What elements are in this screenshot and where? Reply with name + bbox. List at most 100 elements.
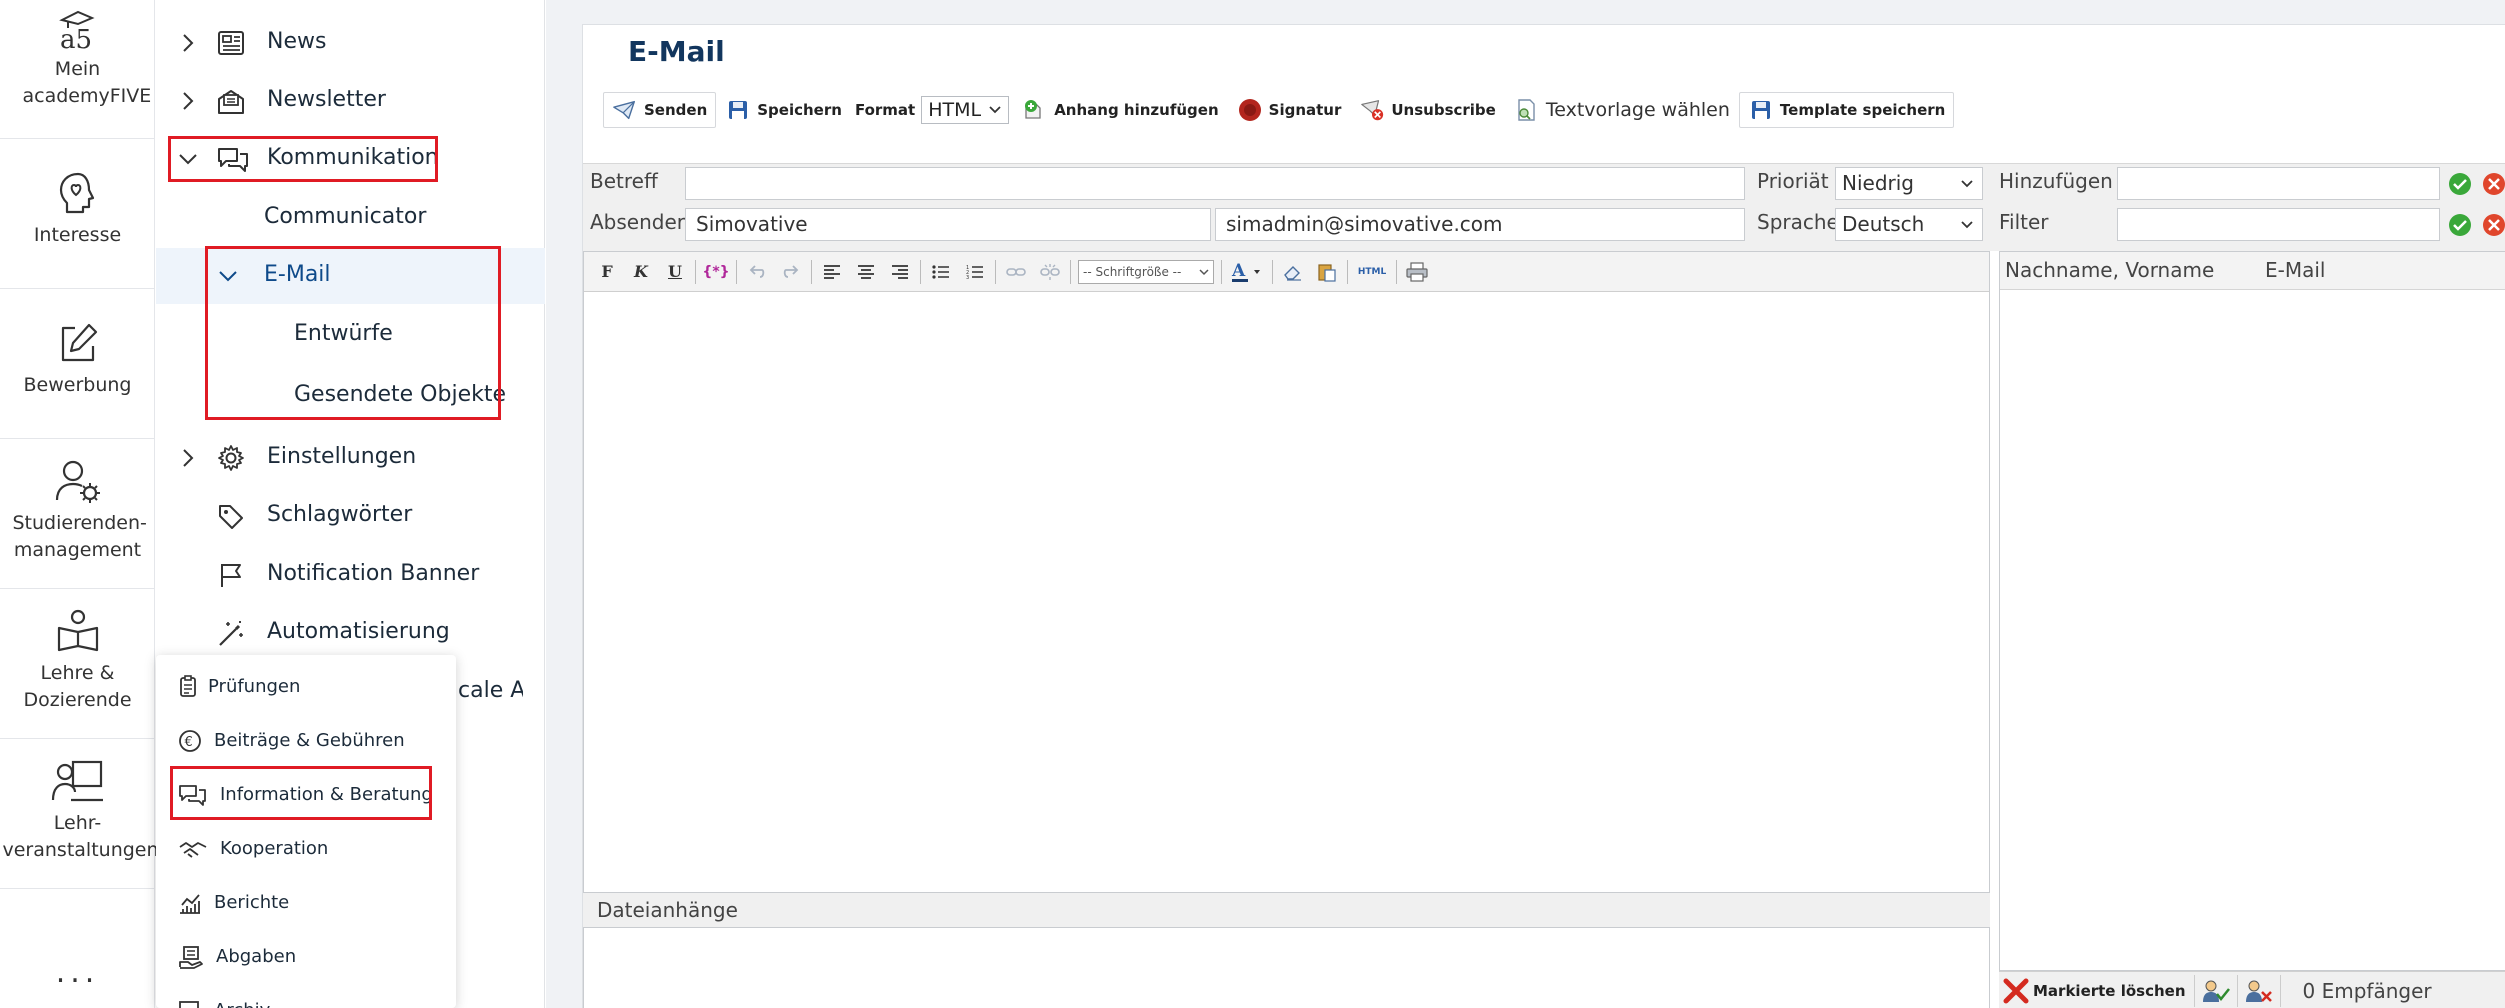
font-color-button[interactable]: A: [1225, 257, 1269, 287]
rail-item-lehrveranstaltungen[interactable]: Lehr-veranstaltungen: [0, 758, 159, 864]
add-recipient-input[interactable]: [2117, 167, 2440, 200]
html-source-button[interactable]: HTML: [1351, 257, 1393, 287]
popup-item-beitraege[interactable]: € Beiträge & Gebühren: [156, 714, 456, 768]
priority-select[interactable]: Niedrig: [1835, 167, 1983, 200]
nav-item-notification-banner[interactable]: Notification Banner: [156, 547, 545, 603]
bold-button[interactable]: F: [590, 257, 624, 287]
eraser-button[interactable]: [1276, 257, 1310, 287]
font-size-select[interactable]: -- Schriftgröße --: [1078, 259, 1214, 284]
rail-item-mein-academyfive[interactable]: a5 Mein academyFIVE: [0, 8, 155, 110]
placeholder-button[interactable]: {*}: [699, 257, 733, 287]
send-button[interactable]: Senden: [603, 92, 717, 128]
eraser-icon: [1284, 265, 1301, 281]
bullet-list-button[interactable]: [924, 257, 958, 287]
unsubscribe-label: Unsubscribe: [1391, 101, 1496, 119]
column-name-header[interactable]: Nachname, Vorname: [2005, 258, 2214, 282]
magic-wand-icon: [219, 621, 243, 646]
delete-marked-label: Markierte löschen: [2033, 981, 2186, 1000]
save-template-button[interactable]: Template speichern: [1738, 92, 1955, 128]
clipboard-icon: [180, 675, 196, 697]
link-icon: [1006, 267, 1026, 276]
popup-item-pruefungen[interactable]: Prüfungen: [156, 660, 456, 714]
nav-label: Kommunikation: [267, 145, 439, 170]
numbered-list-button[interactable]: 123: [958, 257, 992, 287]
signature-button[interactable]: Signatur: [1228, 92, 1351, 128]
deselect-all-button[interactable]: [2238, 974, 2281, 1007]
align-center-icon: [858, 264, 874, 279]
nav-item-einstellungen[interactable]: Einstellungen: [156, 430, 545, 486]
popup-item-kooperation[interactable]: Kooperation: [156, 822, 456, 876]
align-left-icon: [824, 264, 840, 279]
unsubscribe-button[interactable]: Unsubscribe: [1350, 92, 1504, 128]
print-button[interactable]: [1400, 257, 1434, 287]
editor-body[interactable]: [584, 292, 1989, 892]
nav-item-email[interactable]: E-Mail: [156, 248, 545, 304]
nav-label: Notification Banner: [267, 561, 480, 586]
nav-item-gesendete-objekte[interactable]: Gesendete Objekte: [156, 368, 545, 424]
academyfive-logo-icon: a5: [58, 10, 95, 50]
popup-item-abgaben[interactable]: Abgaben: [156, 930, 456, 984]
filter-input[interactable]: [2117, 208, 2440, 241]
rail-item-interesse[interactable]: Interesse: [0, 170, 155, 249]
redo-button[interactable]: [774, 257, 808, 287]
rail-item-bewerbung[interactable]: Bewerbung: [0, 320, 155, 399]
printer-icon: [1406, 261, 1428, 282]
confirm-icon[interactable]: [2448, 213, 2472, 237]
clear-icon[interactable]: [2482, 172, 2505, 196]
user-check-icon: [2202, 980, 2230, 1002]
popup-label: Beiträge & Gebühren: [214, 730, 405, 751]
rail-item-lehre-dozierende[interactable]: Lehre & Dozierende: [0, 608, 155, 714]
sender-name-input[interactable]: Simovative: [685, 208, 1211, 241]
chevron-right-icon: [183, 449, 194, 467]
align-left-button[interactable]: [815, 257, 849, 287]
undo-button[interactable]: [740, 257, 774, 287]
priority-value: Niedrig: [1842, 171, 1914, 195]
popup-item-archiv[interactable]: Archiv: [156, 984, 456, 1008]
subject-input[interactable]: [685, 167, 1745, 200]
language-select[interactable]: Deutsch: [1835, 208, 1983, 241]
underline-button[interactable]: U: [658, 257, 692, 287]
popup-item-information-beratung[interactable]: Information & Beratung: [156, 768, 456, 822]
more-button[interactable]: ...: [0, 955, 155, 990]
confirm-icon[interactable]: [2448, 172, 2472, 196]
column-email-header[interactable]: E-Mail: [2265, 258, 2325, 282]
nav-item-entwuerfe[interactable]: Entwürfe: [156, 307, 545, 363]
header-fields: Betreff Prioriät Niedrig Hinzufügen Abse…: [583, 163, 2505, 251]
document-search-icon: [1518, 99, 1535, 121]
icon-rail: a5 Mein academyFIVE Interesse Bewerbung …: [0, 0, 159, 1008]
save-button[interactable]: Speichern: [716, 92, 851, 128]
popup-item-berichte[interactable]: Berichte: [156, 876, 456, 930]
nav-item-automatisierung[interactable]: Automatisierung: [156, 605, 545, 661]
nav-item-news[interactable]: News: [156, 15, 545, 71]
newsletter-icon: [218, 90, 244, 114]
rail-item-studierendenmanagement[interactable]: Studierenden-management: [0, 458, 155, 564]
nav-item-communicator[interactable]: Communicator: [156, 190, 545, 246]
align-right-button[interactable]: [883, 257, 917, 287]
clear-icon[interactable]: [2482, 213, 2505, 237]
undo-icon: [749, 264, 765, 278]
select-all-button[interactable]: [2195, 974, 2238, 1007]
attachments-area[interactable]: [583, 927, 1990, 1008]
signature-label: Signatur: [1268, 101, 1342, 119]
add-attachment-button[interactable]: Anhang hinzufügen: [1013, 92, 1227, 128]
nav-item-newsletter[interactable]: Newsletter: [156, 73, 545, 129]
align-center-button[interactable]: [849, 257, 883, 287]
sender-email-input[interactable]: simadmin@simovative.com: [1215, 208, 1745, 241]
nav-item-kommunikation[interactable]: Kommunikation: [156, 131, 545, 187]
format-select[interactable]: HTML: [921, 96, 1010, 124]
popup-label: Berichte: [214, 892, 290, 913]
edit-icon: [61, 323, 97, 362]
choose-text-template-button[interactable]: Textvorlage wählen: [1505, 92, 1739, 128]
delete-marked-button[interactable]: Markierte löschen: [1999, 974, 2195, 1007]
nav-item-schlagwoerter[interactable]: Schlagwörter: [156, 488, 545, 544]
add-recipient-label: Hinzufügen: [1999, 169, 2113, 193]
paste-button[interactable]: [1310, 257, 1344, 287]
recipients-header: Nachname, Vorname E-Mail: [2000, 252, 2505, 290]
head-heart-icon: [59, 172, 94, 214]
italic-button[interactable]: K: [624, 257, 658, 287]
user-remove-icon: [2245, 980, 2272, 1002]
unlink-button[interactable]: [1033, 257, 1067, 287]
link-button[interactable]: [999, 257, 1033, 287]
recipients-list: Nachname, Vorname E-Mail: [1999, 251, 2505, 971]
svg-text:a5: a5: [60, 25, 92, 50]
